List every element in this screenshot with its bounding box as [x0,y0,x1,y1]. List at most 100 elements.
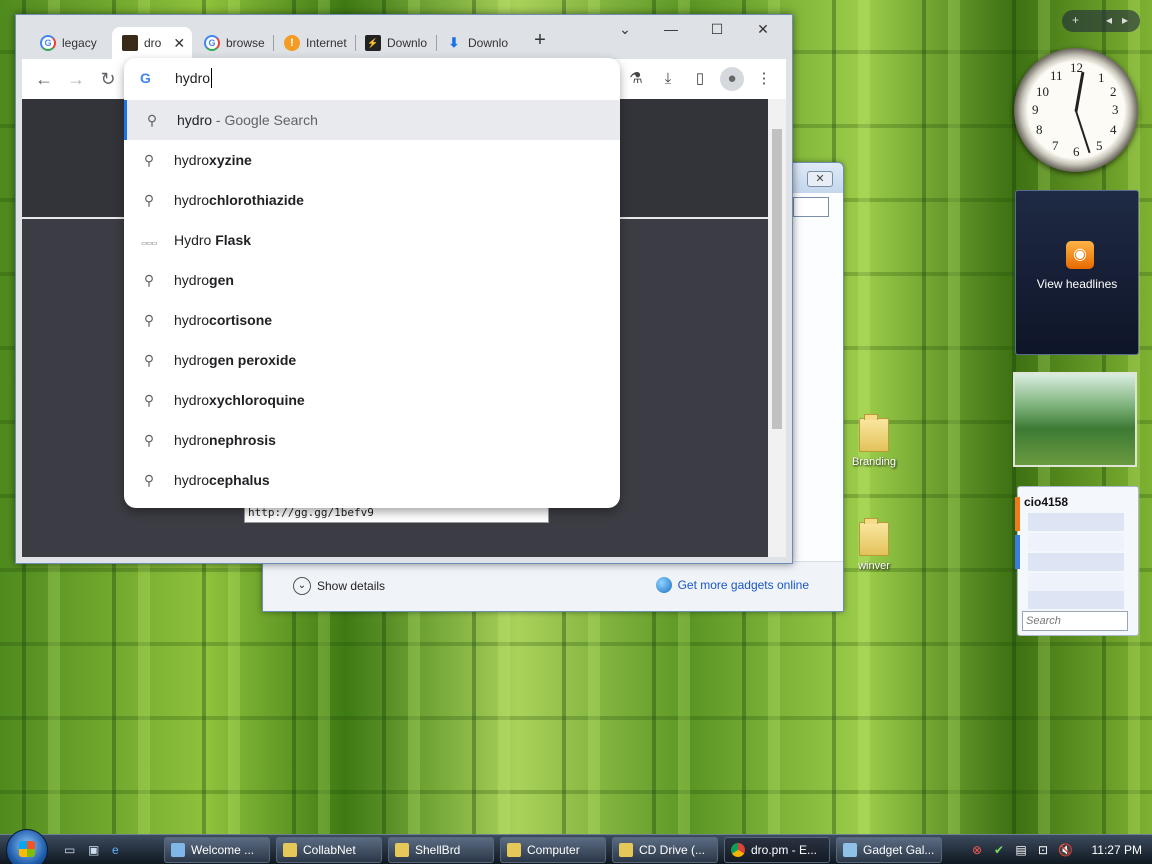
tab-legacy[interactable]: G legacy [30,27,110,59]
search-icon: ⚲ [143,431,155,448]
contact-name: cio4158 [1024,495,1069,509]
gallery-bottom-bar: ⌄ Show details Get more gadgets online [263,561,843,611]
slideshow-gadget[interactable] [1013,372,1137,467]
taskbar-item[interactable]: Welcome ... [164,837,270,863]
network-icon[interactable]: ⊡ [1036,843,1050,857]
switch-windows-icon[interactable]: ▣ [88,843,104,857]
suggestion-text: hydroxychloroquine [174,392,305,408]
close-window-button[interactable]: ✕ [748,21,778,41]
search-icon: ⚲ [143,311,155,328]
previous-icon[interactable]: ◂ [1106,13,1112,27]
desktop-icon-branding[interactable]: Branding [844,414,904,468]
suggestion-item[interactable]: ⚲ hydroxyzine [124,140,620,180]
next-icon[interactable]: ▸ [1122,13,1128,27]
suggestion-text: hydrogen [174,272,234,288]
search-icon: ⚲ [143,391,155,408]
security-alert-icon[interactable]: ⊗ [970,843,984,857]
gallery-close-button[interactable]: ✕ [807,171,833,187]
taskbar-clock[interactable]: 11:27 PM [1092,843,1142,857]
start-button[interactable] [6,829,48,864]
taskbar-item-label: Welcome ... [191,843,255,857]
taskbar-item[interactable]: Computer [500,837,606,863]
google-icon: G [40,35,56,51]
forward-button[interactable]: → [64,67,88,91]
contact-row[interactable] [1028,513,1124,531]
get-more-gadgets-link[interactable]: Get more gadgets online [655,577,809,593]
vertical-scrollbar[interactable] [768,99,786,557]
side-panel-icon[interactable]: ▯ [688,67,712,91]
system-tray: ⊗ ✔ ▤ ⊡ 🔇 11:27 PM [962,835,1152,864]
gallery-search-box[interactable] [793,197,829,217]
taskbar-item-label: CollabNet [303,843,356,857]
suggestion-item[interactable]: ⚲ hydro - Google Search [124,100,620,140]
taskbar-item[interactable]: ShellBrd [388,837,494,863]
tab-search-button[interactable]: ⌄ [610,21,640,41]
add-gadget-icon[interactable]: + [1072,13,1079,27]
suggestion-item[interactable]: ▭▭▭ Hydro Flask [124,220,620,260]
downloads-icon[interactable]: ⤓ [656,67,680,91]
suggestion-item[interactable]: ⚲ hydrochlorothiazide [124,180,620,220]
tab-download-1[interactable]: ⚡ Downlo [355,27,435,59]
folder-icon [283,843,297,857]
folder-icon [619,843,633,857]
maximize-button[interactable]: ☐ [702,21,732,41]
sidebar-controls[interactable]: + ◂ ▸ [1062,10,1140,32]
desktop-icon-label: Branding [851,456,897,468]
suggestion-item[interactable]: ⚲ hydronephrosis [124,420,620,460]
contact-row[interactable] [1028,533,1124,551]
profile-avatar-icon[interactable]: ● [720,67,744,91]
tab-browse[interactable]: G browse [194,27,272,59]
chrome-icon [731,843,745,857]
taskbar-item[interactable]: CD Drive (... [612,837,718,863]
contacts-search-input[interactable]: Search [1022,611,1128,631]
close-tab-icon[interactable]: ✕ [173,35,185,52]
tab-download-2[interactable]: ⬇ Downlo [436,27,516,59]
rss-icon: ◉ [1066,241,1094,269]
feed-headlines-gadget[interactable]: ◉ View headlines [1015,190,1139,355]
suggestion-text: hydroxyzine [174,152,252,168]
volume-muted-icon[interactable]: 🔇 [1058,843,1073,857]
suggestion-item[interactable]: ⚲ hydrogen [124,260,620,300]
contact-row[interactable] [1028,553,1124,571]
desktop-icon-winver[interactable]: winver [844,518,904,572]
folder-icon [507,843,521,857]
tab-dro[interactable]: dro ✕ [112,27,192,59]
tray-app-icon[interactable]: ▤ [1014,843,1028,857]
back-button[interactable]: ← [32,67,56,91]
minimize-button[interactable]: — [656,21,686,41]
new-tab-button[interactable]: + [530,29,550,53]
windows-logo-icon [19,841,35,857]
contact-row[interactable] [1028,573,1124,591]
folder-icon [859,414,889,452]
scrollbar-thumb[interactable] [772,129,782,429]
labs-flask-icon[interactable]: ⚗ [624,67,648,91]
clock-gadget[interactable]: 12 3 6 9 1 2 4 5 7 8 10 11 [1014,48,1138,172]
suggestion-item[interactable]: ⚲ hydrocortisone [124,300,620,340]
tab-label: Internet [306,36,347,50]
omnibox-input[interactable]: hydro [175,70,210,86]
suggestion-text: hydrochlorothiazide [174,192,304,208]
menu-kebab-icon[interactable]: ⋮ [752,67,776,91]
contact-row[interactable] [1028,591,1124,609]
taskbar-item[interactable]: Gadget Gal... [836,837,942,863]
view-headlines-label[interactable]: View headlines [1016,277,1138,291]
checkmark-icon[interactable]: ✔ [992,843,1006,857]
contacts-tab-blue [1015,535,1020,569]
taskbar-item[interactable]: CollabNet [276,837,382,863]
contacts-gadget[interactable]: cio4158 Search [1015,486,1139,636]
get-more-gadgets-label: Get more gadgets online [677,578,809,592]
suggestion-item[interactable]: ⚲ hydroxychloroquine [124,380,620,420]
show-details-button[interactable]: ⌄ Show details [293,577,385,595]
reload-button[interactable]: ↻ [96,67,120,91]
suggestion-item[interactable]: ⚲ hydrogen peroxide [124,340,620,380]
suggestion-item[interactable]: ⚲ hydrocephalus [124,460,620,500]
search-icon: ⚲ [143,351,155,368]
taskbar: ▭ ▣ e Welcome ... CollabNet ShellBrd Com… [0,829,1152,864]
internet-explorer-icon[interactable]: e [112,843,128,857]
taskbar-item-label: Gadget Gal... [863,843,935,857]
tab-internet[interactable]: ! Internet [274,27,352,59]
suggestion-text: hydronephrosis [174,432,276,448]
omnibox-dropdown: G hydro ⚲ hydro - Google Search ⚲ hydrox… [124,58,620,508]
show-desktop-icon[interactable]: ▭ [64,843,80,857]
taskbar-item-active[interactable]: dro.pm - E... [724,837,830,863]
